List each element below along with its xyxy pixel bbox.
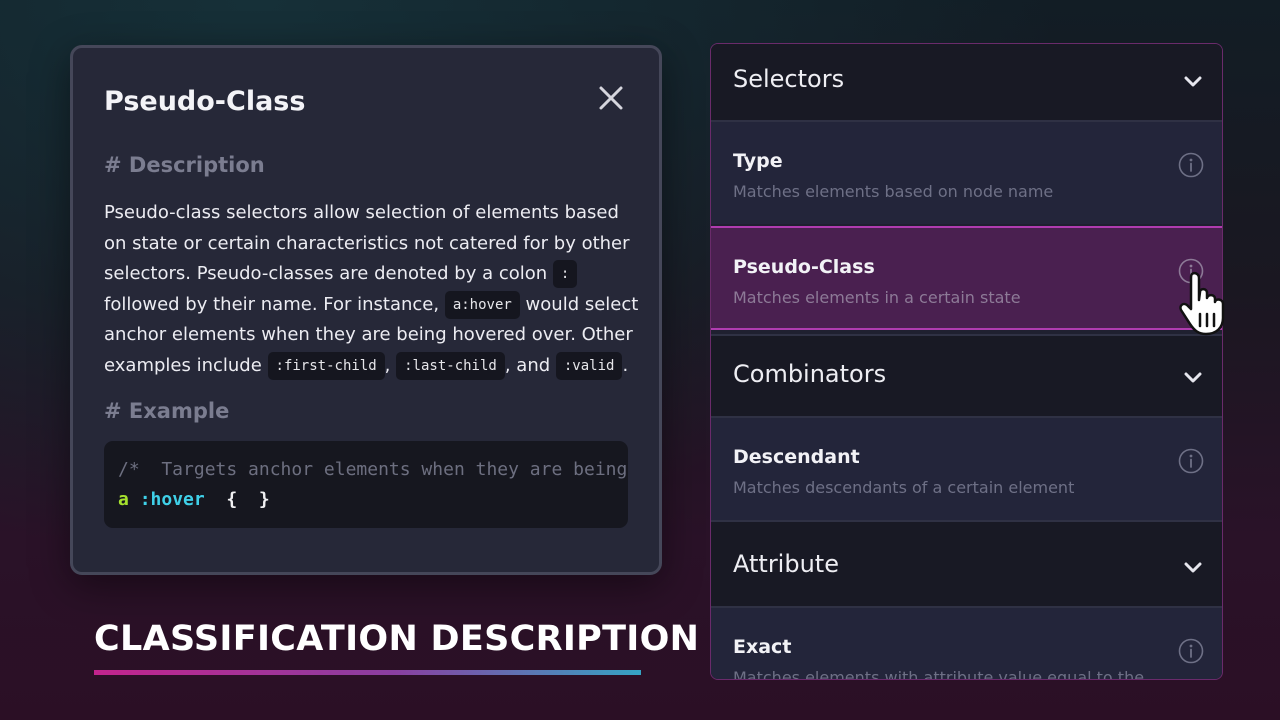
classification-panel: Selectors Type Matches elements based on… [710, 43, 1223, 680]
item-description: Matches elements with attribute value eq… [733, 668, 1145, 680]
pseudo-class-modal: Pseudo-Class # Description Pseudo-class … [70, 45, 662, 575]
inline-code: :first-child [267, 351, 385, 380]
info-icon[interactable] [1178, 448, 1204, 474]
group-header-selectors[interactable]: Selectors [711, 44, 1222, 120]
chevron-down-icon [1184, 76, 1202, 87]
list-item-pseudo-class[interactable]: Pseudo-Class Matches elements in a certa… [711, 226, 1222, 330]
item-description: Matches elements based on node name [733, 182, 1054, 201]
group-label: Combinators [733, 360, 887, 388]
caption-title: CLASSIFICATION DESCRIPTION [94, 619, 700, 659]
description-text: Pseudo-class selectors allow selection o… [104, 198, 644, 381]
info-icon[interactable] [1178, 152, 1204, 178]
inline-code: a:hover [444, 290, 520, 319]
item-name: Exact [733, 636, 792, 658]
code-rule: a :hover { } [118, 485, 628, 515]
caption-underline [94, 670, 641, 675]
chevron-down-icon [1184, 562, 1202, 573]
item-description: Matches elements in a certain state [733, 288, 1021, 307]
group-label: Selectors [733, 65, 845, 93]
group-label: Attribute [733, 550, 839, 578]
item-name: Pseudo-Class [733, 256, 875, 278]
inline-code: : [552, 260, 578, 288]
chevron-down-icon [1184, 372, 1202, 383]
example-heading: # Example [104, 399, 230, 423]
code-selector-pseudo: :hover [139, 489, 205, 510]
hand-pointer-cursor-icon [1179, 271, 1225, 336]
code-braces: { } [226, 489, 270, 510]
modal-title: Pseudo-Class [104, 86, 306, 117]
code-selector-element: a [118, 489, 129, 510]
description-heading: # Description [104, 153, 265, 177]
code-comment: /* Targets anchor elements when they are… [118, 459, 628, 480]
item-description: Matches descendants of a certain element [733, 478, 1075, 497]
group-header-attribute[interactable]: Attribute [711, 520, 1222, 606]
info-icon[interactable] [1178, 638, 1204, 664]
inline-code: :valid [555, 351, 623, 380]
close-icon [599, 86, 623, 110]
list-item-exact[interactable]: Exact Matches elements with attribute va… [711, 606, 1222, 680]
inline-code: :last-child [396, 351, 505, 380]
item-name: Type [733, 150, 783, 172]
code-example: /* Targets anchor elements when they are… [104, 441, 628, 528]
list-item-type[interactable]: Type Matches elements based on node name [711, 120, 1222, 224]
list-item-descendant[interactable]: Descendant Matches descendants of a cert… [711, 416, 1222, 520]
group-header-combinators[interactable]: Combinators [711, 334, 1222, 416]
close-button[interactable] [597, 84, 625, 112]
item-name: Descendant [733, 446, 860, 468]
